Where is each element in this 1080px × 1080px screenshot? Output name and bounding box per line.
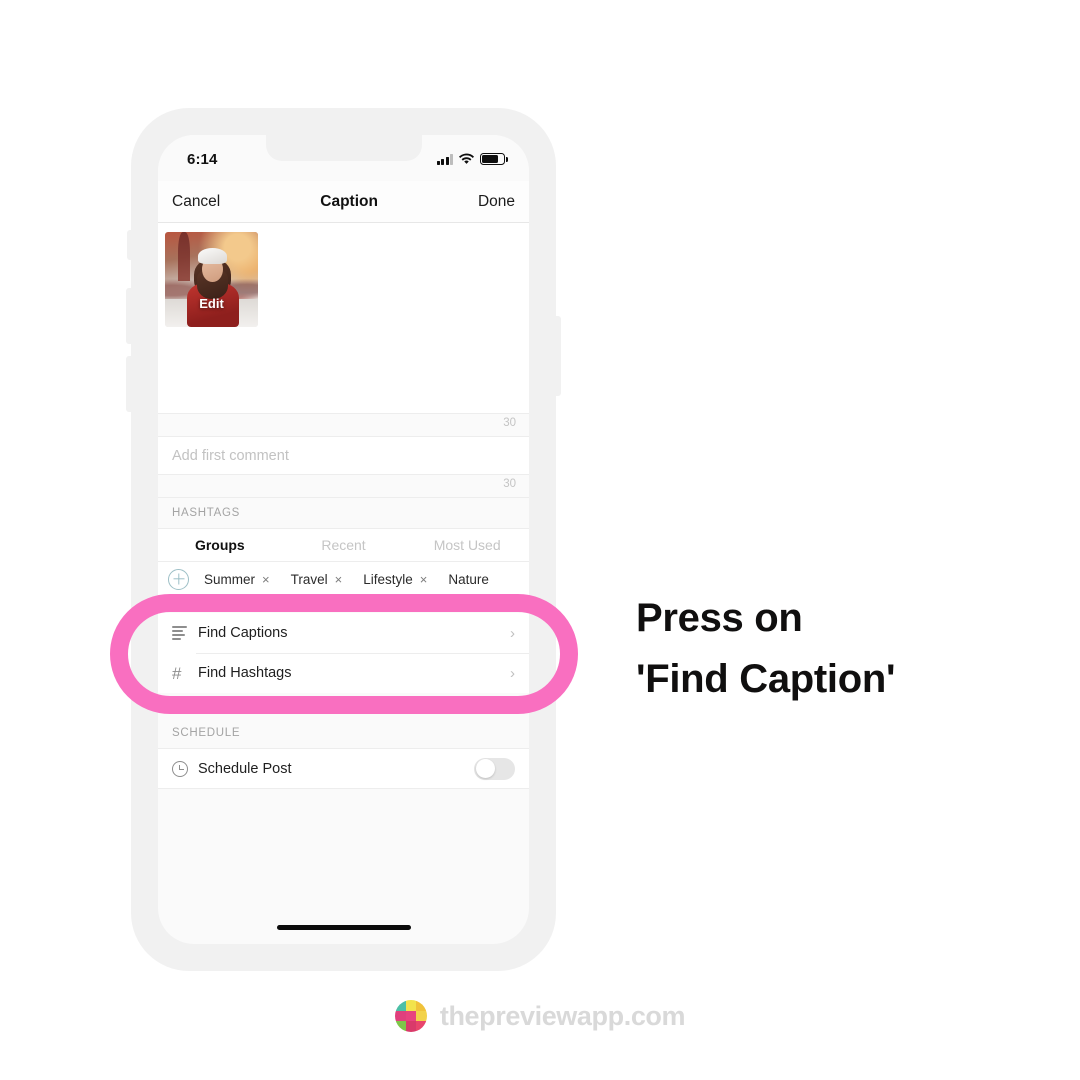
instruction-callout: Press on 'Find Caption' (636, 588, 1036, 710)
preview-app-logo-icon (394, 1000, 427, 1032)
chip-label: Nature (448, 571, 489, 587)
footer-branding: thepreviewapp.com (0, 1000, 1080, 1032)
text-lines-icon (172, 625, 198, 641)
phone-notch (265, 135, 422, 161)
chip-label: Travel (290, 571, 328, 587)
spacer-above-menu (158, 597, 529, 613)
caption-counter-row: 30 (158, 414, 529, 437)
callout-line-1: Press on (636, 596, 803, 640)
chip-label: Summer (204, 571, 256, 587)
status-icons (436, 152, 508, 165)
screenshot-root: 6:14 Cancel Caption Done Edit 30 Add fir… (0, 0, 1080, 1080)
hashtags-section-label: HASHTAGS (158, 498, 529, 528)
cellular-signal-icon (436, 154, 453, 165)
tab-most-used[interactable]: Most Used (405, 537, 529, 553)
phone-silent-switch[interactable] (127, 230, 133, 260)
find-captions-label: Find Captions (198, 625, 288, 641)
close-icon[interactable]: × (335, 572, 343, 587)
close-icon[interactable]: × (262, 572, 270, 587)
comment-character-counter: 30 (503, 478, 516, 490)
callout-line-2: 'Find Caption' (636, 656, 896, 701)
find-captions-row[interactable]: Find Captions › (158, 613, 529, 653)
spacer-above-schedule (158, 693, 529, 718)
phone-screen: 6:14 Cancel Caption Done Edit 30 Add fir… (158, 135, 529, 944)
battery-icon (480, 153, 508, 165)
menu-block: Find Captions › # Find Hashtags › (158, 613, 529, 693)
chip-lifestyle[interactable]: Lifestyle × (357, 572, 433, 587)
find-hashtags-label: Find Hashtags (198, 665, 292, 681)
cancel-button[interactable]: Cancel (172, 193, 220, 211)
phone-frame: 6:14 Cancel Caption Done Edit 30 Add fir… (126, 108, 561, 971)
chevron-right-icon: › (510, 664, 515, 682)
wifi-icon (459, 153, 474, 165)
chevron-right-icon: › (510, 624, 515, 642)
page-title: Caption (320, 192, 378, 210)
clock-icon (172, 760, 198, 777)
hashtag-tabs: Groups Recent Most Used (158, 528, 529, 562)
caption-character-counter: 30 (503, 417, 516, 429)
phone-volume-down-button[interactable] (126, 356, 132, 412)
home-indicator[interactable] (276, 925, 411, 930)
hashtag-group-chips[interactable]: Summer × Travel × Lifestyle × Nature (158, 562, 529, 597)
chip-nature[interactable]: Nature (442, 572, 495, 587)
post-thumbnail[interactable]: Edit (165, 232, 258, 327)
hashtag-icon: # (172, 663, 182, 683)
schedule-post-row[interactable]: Schedule Post (158, 748, 529, 789)
schedule-post-label: Schedule Post (198, 760, 292, 777)
find-hashtags-row[interactable]: # Find Hashtags › (158, 653, 529, 693)
status-time: 6:14 (187, 151, 218, 168)
comment-counter-row: 30 (158, 475, 529, 498)
thumbnail-beanie (198, 248, 228, 265)
chip-summer[interactable]: Summer × (198, 572, 276, 587)
tab-groups[interactable]: Groups (158, 537, 282, 553)
tab-recent[interactable]: Recent (282, 537, 406, 553)
phone-power-button[interactable] (555, 316, 561, 396)
edit-photo-button[interactable]: Edit (199, 296, 224, 311)
footer-brand-text: thepreviewapp.com (439, 1000, 686, 1031)
chip-label: Lifestyle (363, 571, 413, 587)
first-comment-placeholder: Add first comment (172, 447, 289, 464)
schedule-post-toggle[interactable] (474, 757, 515, 780)
nav-bar: Cancel Caption Done (158, 181, 529, 223)
schedule-section-label: SCHEDULE (158, 718, 529, 748)
toggle-knob (475, 759, 495, 778)
phone-volume-up-button[interactable] (126, 288, 132, 344)
chip-travel[interactable]: Travel × (285, 572, 349, 587)
done-button[interactable]: Done (478, 193, 515, 211)
first-comment-input[interactable]: Add first comment (158, 437, 529, 475)
close-icon[interactable]: × (420, 572, 428, 587)
plus-circle-icon[interactable] (168, 568, 189, 590)
caption-input[interactable]: Edit (158, 223, 529, 414)
